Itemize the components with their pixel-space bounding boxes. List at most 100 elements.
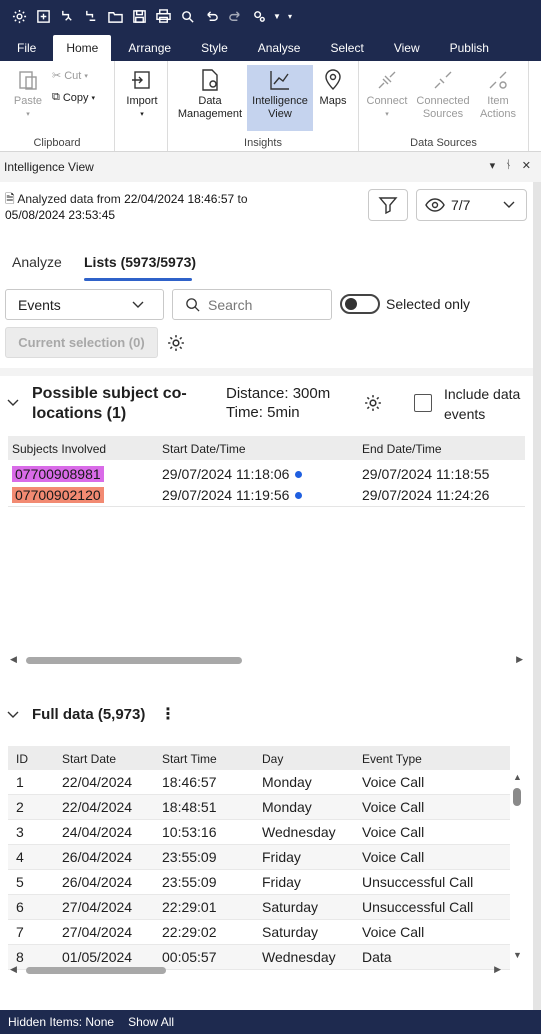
new-icon[interactable] [32,6,54,28]
more-icon[interactable]: ▾ [284,6,296,28]
full-data-vscrollbar[interactable]: ▲ ▼ [510,770,524,962]
import-icon [127,65,157,95]
more-vertical-icon[interactable]: ⋮ [160,704,176,724]
table-cell: 23:55:09 [162,849,217,865]
tab-view[interactable]: View [381,35,433,61]
column-header[interactable]: ID [16,752,28,766]
copy-label: Copy [62,91,89,104]
redo-icon[interactable] [224,6,246,28]
gear-icon[interactable] [8,6,30,28]
tab-select[interactable]: Select [317,35,376,61]
table-cell: Saturday [262,924,319,940]
scroll-thumb[interactable] [26,657,242,664]
chart-line-icon [265,65,295,95]
list-settings-button[interactable] [166,333,186,353]
column-header[interactable]: Start Date/Time [162,442,246,456]
chevron-down-icon[interactable] [6,708,20,722]
search-input[interactable]: Search [172,289,332,320]
pane-scrollbar[interactable] [533,182,541,1010]
full-data-hscrollbar[interactable]: ◀ ▶ [8,964,525,976]
chevron-down-icon[interactable] [6,396,20,410]
scroll-right-icon[interactable]: ▶ [494,964,501,975]
tab-analyze[interactable]: Analyze [12,254,62,270]
dropdown-icon[interactable]: ▼ [272,6,282,28]
item-actions-button[interactable]: Item Actions [475,65,521,121]
tab-arrange[interactable]: Arrange [115,35,184,61]
view-tabs: Analyze Lists (5973/5973) [0,244,533,282]
copy-button[interactable]: ⧉ Copy ▾ [52,91,95,104]
scroll-down-icon[interactable]: ▼ [513,950,522,960]
maps-button[interactable]: Maps [315,65,351,108]
connected-sources-button[interactable]: Connected Sources [413,65,473,121]
data-management-button[interactable]: Data Management [174,65,246,121]
list-type-select[interactable]: Events [5,289,164,320]
full-data-title: Full data (5,973) [32,706,146,723]
colocation-row[interactable]: 07700908981 29/07/2024 11:18:06 29/07/20… [8,464,525,484]
visibility-button[interactable]: 7/7 [416,189,527,221]
show-all-link[interactable]: Show All [128,1015,174,1029]
intelligence-view-button[interactable]: Intelligence View [247,65,313,131]
print-icon[interactable] [152,6,174,28]
table-cell: 22/04/2024 [62,799,133,815]
scroll-thumb[interactable] [513,788,521,806]
column-header[interactable]: Start Date [62,752,116,766]
settings-icon[interactable] [248,6,270,28]
tab-analyse[interactable]: Analyse [245,35,314,61]
table-cell: Wednesday [262,824,336,840]
copy-caret-icon: ▾ [91,94,96,102]
table-cell: Friday [262,874,301,890]
column-header[interactable]: Start Time [162,752,217,766]
cut-button[interactable]: ✂ Cut ▾ [52,69,88,83]
folder-icon[interactable] [104,6,126,28]
table-row[interactable]: 6 27/04/2024 22:29:01 Saturday Unsuccessful … [8,895,510,920]
table-row[interactable]: 1 22/04/2024 18:46:57 Monday Voice Call [8,770,510,795]
insights-group-label: Insights [244,137,282,149]
close-icon[interactable]: ✕ [522,159,531,172]
gear-icon[interactable] [364,394,382,412]
scroll-left-icon[interactable]: ◀ [10,654,17,665]
branch-alt-icon[interactable] [80,6,102,28]
intelligence-view-label: Intelligence [252,95,308,107]
tab-publish[interactable]: Publish [437,35,502,61]
column-header[interactable]: Day [262,752,283,766]
pane-menu-icon[interactable]: ▾ [490,159,496,172]
visible-count: 7/7 [451,197,471,213]
table-row[interactable]: 5 26/04/2024 23:55:09 Friday Unsuccessful Ca… [8,870,510,895]
colocation-row[interactable]: 07700902120 29/07/2024 11:19:56 29/07/20… [8,485,525,505]
tab-lists[interactable]: Lists (5973/5973) [84,254,196,270]
branch-icon[interactable] [56,6,78,28]
scroll-right-icon[interactable]: ▶ [516,654,523,665]
selected-only-toggle[interactable] [340,294,380,314]
column-header[interactable]: Subjects Involved [12,442,106,456]
scroll-left-icon[interactable]: ◀ [10,964,17,975]
current-selection-button[interactable]: Current selection (0) [5,327,158,358]
table-cell: 5 [16,874,24,890]
undo-icon[interactable] [200,6,222,28]
column-header[interactable]: End Date/Time [362,442,442,456]
table-row[interactable]: 7 27/04/2024 22:29:02 Saturday Voice Call [8,920,510,945]
scroll-up-icon[interactable]: ▲ [513,772,522,782]
tab-file[interactable]: File [4,35,49,61]
scroll-thumb[interactable] [26,967,166,974]
import-button[interactable]: Import ▾ [122,65,162,121]
table-cell: Friday [262,849,301,865]
hidden-items-status: Hidden Items: None [8,1015,115,1029]
table-row[interactable]: 2 22/04/2024 18:48:51 Monday Voice Call [8,795,510,820]
paste-button[interactable]: Paste ▾ [10,65,46,121]
search-icon[interactable] [176,6,198,28]
subject-badge: 07700902120 [12,487,104,503]
ribbon: Paste ▾ ✂ Cut ▾ ⧉ Copy ▾ Clipboard Import ▾ … [0,61,541,152]
table-row[interactable]: 3 24/04/2024 10:53:16 Wednesday Voice Call [8,820,510,845]
filter-button[interactable] [368,189,408,221]
include-data-events-checkbox[interactable] [414,394,432,412]
connect-button[interactable]: Connect ▾ [365,65,409,121]
table-row[interactable]: 4 26/04/2024 23:55:09 Friday Voice Call [8,845,510,870]
tab-style[interactable]: Style [188,35,241,61]
save-icon[interactable] [128,6,150,28]
column-header[interactable]: Event Type [362,752,422,766]
tab-home[interactable]: Home [53,35,112,61]
cut-label: Cut [64,69,82,82]
table-cell: Data [362,949,392,965]
pin-icon[interactable]: ᚾ [505,159,512,172]
colocation-hscrollbar[interactable]: ◀ ▶ [8,654,525,666]
